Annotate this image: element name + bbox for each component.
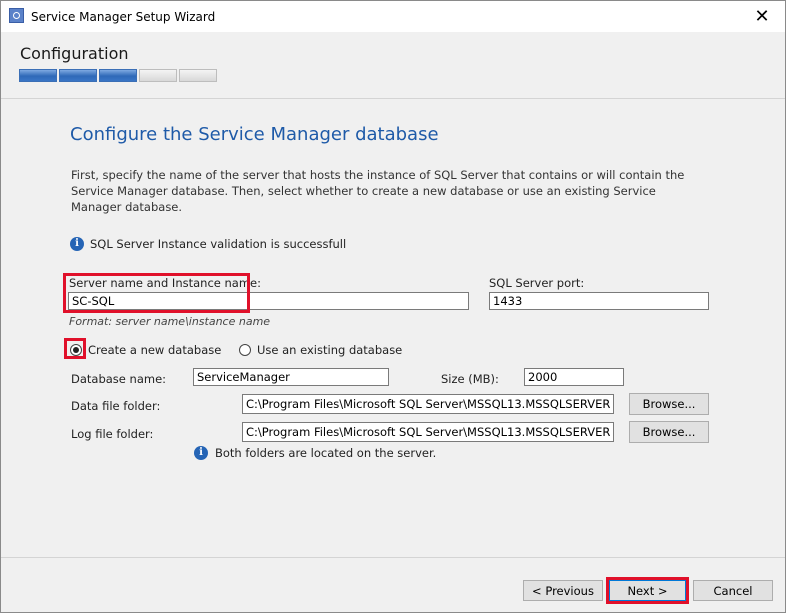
wizard-content: Configure the Service Manager database F…	[1, 99, 785, 557]
server-name-input[interactable]	[68, 292, 469, 310]
server-name-label: Server name and Instance name:	[69, 276, 261, 290]
log-folder-browse-button[interactable]: Browse...	[629, 421, 709, 443]
sql-port-input[interactable]	[489, 292, 709, 310]
close-button[interactable]: ✕	[739, 1, 785, 32]
create-new-database-radio[interactable]: Create a new database	[70, 343, 221, 357]
data-folder-browse-button[interactable]: Browse...	[629, 393, 709, 415]
use-existing-database-radio[interactable]: Use an existing database	[239, 343, 402, 357]
wizard-header: Configuration	[1, 32, 785, 98]
wizard-footer: < Previous Next > Cancel	[1, 558, 785, 612]
validation-message: i SQL Server Instance validation is succ…	[70, 237, 346, 251]
progress-step-complete	[19, 69, 57, 82]
log-file-folder-label: Log file folder:	[71, 427, 154, 441]
create-new-database-label: Create a new database	[88, 343, 222, 357]
validation-text: SQL Server Instance validation is succes…	[90, 237, 347, 251]
previous-button[interactable]: < Previous	[523, 580, 603, 601]
progress-step-pending	[179, 69, 217, 82]
data-file-folder-input[interactable]	[242, 394, 614, 414]
radio-selected-icon[interactable]	[70, 344, 82, 356]
size-label: Size (MB):	[441, 372, 499, 386]
setup-wizard-window: Service Manager Setup Wizard ✕ Configura…	[0, 0, 786, 613]
app-icon	[9, 8, 24, 23]
header-title: Configuration	[20, 44, 129, 63]
size-input[interactable]	[524, 368, 624, 386]
radio-unselected-icon[interactable]	[239, 344, 251, 356]
cancel-button[interactable]: Cancel	[693, 580, 773, 601]
progress-bar	[19, 69, 219, 82]
next-button[interactable]: Next >	[609, 580, 686, 601]
info-icon: i	[70, 237, 84, 251]
folders-note: i Both folders are located on the server…	[194, 446, 436, 460]
info-icon: i	[194, 446, 208, 460]
database-name-label: Database name:	[71, 372, 167, 386]
intro-text: First, specify the name of the server th…	[71, 168, 685, 214]
title-bar: Service Manager Setup Wizard ✕	[1, 1, 785, 32]
database-name-input[interactable]	[193, 368, 389, 386]
progress-step-complete	[99, 69, 137, 82]
folders-note-text: Both folders are located on the server.	[215, 446, 437, 460]
format-hint: Format: server name\instance name	[69, 315, 271, 328]
window-title: Service Manager Setup Wizard	[31, 10, 216, 24]
progress-step-complete	[59, 69, 97, 82]
log-file-folder-input[interactable]	[242, 422, 614, 442]
sql-port-label: SQL Server port:	[489, 276, 585, 290]
data-file-folder-label: Data file folder:	[71, 399, 161, 413]
close-icon: ✕	[754, 5, 770, 27]
page-heading: Configure the Service Manager database	[70, 124, 439, 145]
use-existing-database-label: Use an existing database	[257, 343, 403, 357]
progress-step-pending	[139, 69, 177, 82]
